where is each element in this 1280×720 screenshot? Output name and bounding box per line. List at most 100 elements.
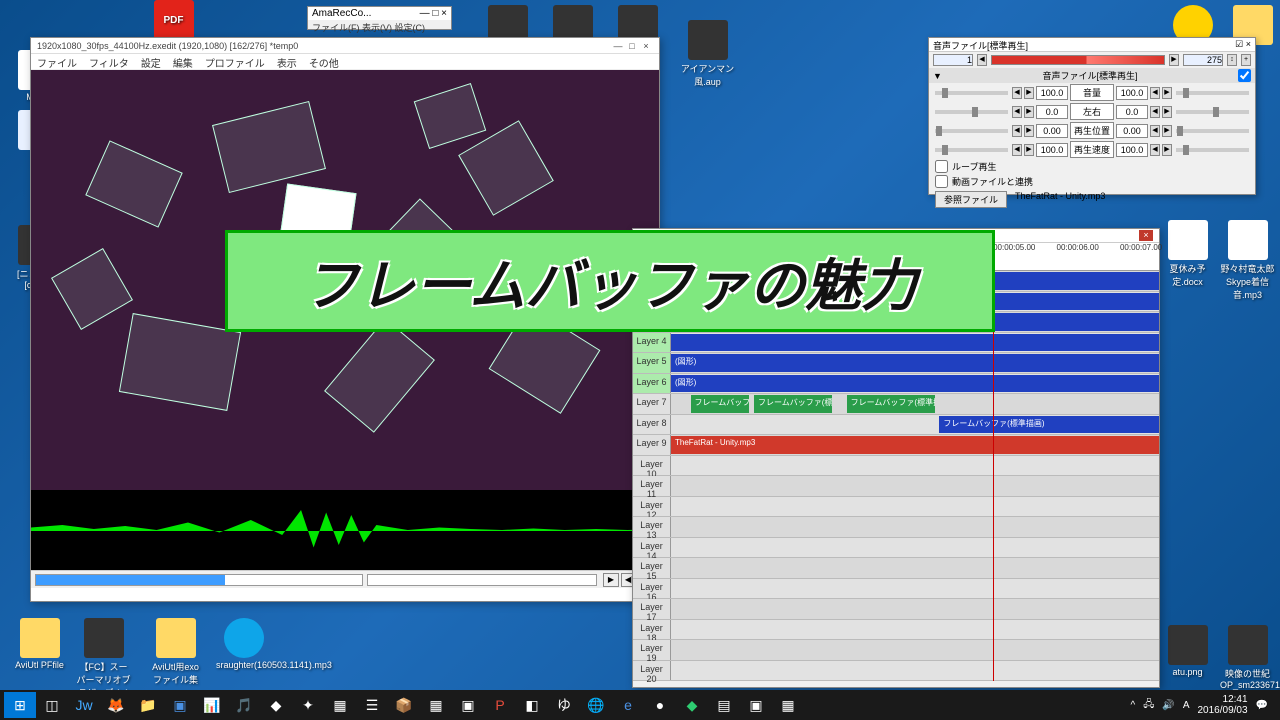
layer-label[interactable]: Layer 5 (633, 353, 671, 373)
desktop-icon-sraughter[interactable]: sraughter(160503.1141).mp3 (216, 618, 271, 670)
layer-label[interactable]: Layer 12 (633, 497, 671, 517)
layer-label[interactable]: Layer 8 (633, 415, 671, 435)
tray-network-icon[interactable]: 🖧 (1143, 697, 1154, 714)
loop-checkbox[interactable] (935, 160, 948, 173)
taskbar-app[interactable]: 🦊 (100, 692, 132, 718)
clip[interactable]: (図形) (671, 375, 1159, 393)
taskbar-app[interactable]: e (612, 692, 644, 718)
layer-track[interactable] (671, 640, 1159, 660)
desktop-icon-aviutl-pfile[interactable]: AviUtl PFfile (12, 618, 67, 670)
timeline-layer-12[interactable]: Layer 12 (633, 497, 1159, 518)
move-up[interactable]: ↕ (1227, 54, 1237, 66)
play-button[interactable]: ▶ (603, 573, 619, 587)
desktop-icon-natsuyasumi[interactable]: 夏休み予定.docx (1160, 220, 1215, 288)
step-left2[interactable]: ◀ (1150, 87, 1160, 99)
prop-label[interactable]: 左右 (1070, 103, 1114, 120)
clip[interactable] (671, 334, 1159, 352)
layer-track[interactable] (671, 579, 1159, 599)
desktop-icon-aviutl-exo[interactable]: AviUtl用exoファイル集 (148, 618, 203, 686)
step-left[interactable]: ◀ (1012, 144, 1022, 156)
timeline-layer-18[interactable]: Layer 18 (633, 620, 1159, 641)
timeline-layer-15[interactable]: Layer 15 (633, 558, 1159, 579)
tray-volume-icon[interactable]: 🔊 (1162, 700, 1174, 711)
step-right2[interactable]: ▶ (1162, 87, 1172, 99)
taskbar-app[interactable]: ゆ (548, 692, 580, 718)
layer-label[interactable]: Layer 14 (633, 538, 671, 558)
layer-label[interactable]: Layer 19 (633, 640, 671, 660)
layer-label[interactable]: Layer 17 (633, 599, 671, 619)
step-right2[interactable]: ▶ (1162, 106, 1172, 118)
frame-start-input[interactable] (933, 54, 973, 66)
prop-label[interactable]: 再生速度 (1070, 141, 1114, 158)
value-left[interactable]: 0.00 (1036, 124, 1068, 138)
layer-label[interactable]: Layer 4 (633, 333, 671, 353)
timeline-layer-13[interactable]: Layer 13 (633, 517, 1159, 538)
step-right[interactable]: ▶ (1024, 106, 1034, 118)
value-right[interactable]: 0.00 (1116, 124, 1148, 138)
value-right[interactable]: 100.0 (1116, 86, 1148, 100)
window-controls[interactable]: —□× (611, 41, 653, 51)
section-enable[interactable] (1238, 69, 1251, 82)
timeline-layer-10[interactable]: Layer 10 (633, 456, 1159, 477)
layer-track[interactable]: (図形) (671, 353, 1159, 373)
tray-chevron-icon[interactable]: ^ (1131, 700, 1136, 711)
timeline-layer-11[interactable]: Layer 11 (633, 476, 1159, 497)
layer-track[interactable] (671, 456, 1159, 476)
notifications-icon[interactable]: 💬 (1256, 700, 1268, 711)
slider-right[interactable] (1176, 91, 1249, 95)
layer-label[interactable]: Layer 11 (633, 476, 671, 496)
layer-label[interactable]: Layer 9 (633, 435, 671, 455)
slider-left[interactable] (935, 91, 1008, 95)
layer-label[interactable]: Layer 7 (633, 394, 671, 414)
layer-track[interactable]: TheFatRat - Unity.mp3 (671, 435, 1159, 455)
frame-end-input[interactable] (1183, 54, 1223, 66)
window-controls[interactable]: — □ × (420, 8, 447, 19)
desktop-icon-ironman[interactable]: アイアンマン風.aup (680, 20, 735, 88)
step-right[interactable]: ▶ (1024, 144, 1034, 156)
taskbar-app[interactable]: ✦ (292, 692, 324, 718)
start-button[interactable]: ⊞ (4, 692, 36, 718)
timeline-layer-8[interactable]: Layer 8フレームバッファ(標準描画) (633, 415, 1159, 436)
audio-properties-window[interactable]: 音声ファイル[標準再生]☑ × ◀ ▶ ↕ + ▼音声ファイル[標準再生] ◀▶… (928, 37, 1256, 195)
desktop-icon-nonomura[interactable]: 野々村竜太郎Skype着信音.mp3 (1220, 220, 1275, 301)
step-left[interactable]: ◀ (1012, 106, 1022, 118)
layer-label[interactable]: Layer 10 (633, 456, 671, 476)
system-tray[interactable]: ^ 🖧 🔊 A 12:41 2016/09/03 💬 (1131, 694, 1277, 716)
desktop-icon-eizo[interactable]: 映像の世紀OP_sm23367104... (1220, 625, 1275, 690)
layer-track[interactable] (671, 476, 1159, 496)
step-left[interactable]: ◀ (1012, 87, 1022, 99)
taskbar-app[interactable]: Jw (68, 692, 100, 718)
add-btn[interactable]: + (1241, 54, 1251, 66)
timeline-layer-19[interactable]: Layer 19 (633, 640, 1159, 661)
taskbar-app[interactable]: ▦ (324, 692, 356, 718)
timeline-layer-6[interactable]: Layer 6(図形) (633, 374, 1159, 395)
layer-track[interactable] (671, 661, 1159, 681)
layer-label[interactable]: Layer 20 (633, 661, 671, 681)
desktop-icon-atu[interactable]: atu.png (1160, 625, 1215, 677)
taskbar-app[interactable]: ▣ (452, 692, 484, 718)
taskbar-app[interactable]: ◆ (676, 692, 708, 718)
taskbar-app[interactable]: 📊 (196, 692, 228, 718)
timeline-layer-9[interactable]: Layer 9TheFatRat - Unity.mp3 (633, 435, 1159, 456)
taskbar-app[interactable]: ▣ (740, 692, 772, 718)
window-controls[interactable]: ☑ × (1235, 39, 1251, 50)
progress-bar-2[interactable] (367, 574, 597, 586)
slider-left[interactable] (935, 148, 1008, 152)
timeline-layer-20[interactable]: Layer 20 (633, 661, 1159, 682)
tray-ime-icon[interactable]: A (1183, 700, 1190, 711)
taskbar-app[interactable]: 📁 (132, 692, 164, 718)
step-right[interactable]: ▶ (1024, 125, 1034, 137)
layer-track[interactable] (671, 558, 1159, 578)
taskbar-app[interactable]: ◧ (516, 692, 548, 718)
step-left[interactable]: ◀ (1012, 125, 1022, 137)
taskbar-app[interactable]: ▦ (420, 692, 452, 718)
layer-track[interactable] (671, 538, 1159, 558)
collapse-icon[interactable]: ▼ (933, 71, 942, 81)
layer-label[interactable]: Layer 13 (633, 517, 671, 537)
value-left[interactable]: 100.0 (1036, 143, 1068, 157)
layer-track[interactable] (671, 497, 1159, 517)
step-left2[interactable]: ◀ (1150, 106, 1160, 118)
taskbar-app[interactable]: 🌐 (580, 692, 612, 718)
link-checkbox[interactable] (935, 175, 948, 188)
value-left[interactable]: 0.0 (1036, 105, 1068, 119)
